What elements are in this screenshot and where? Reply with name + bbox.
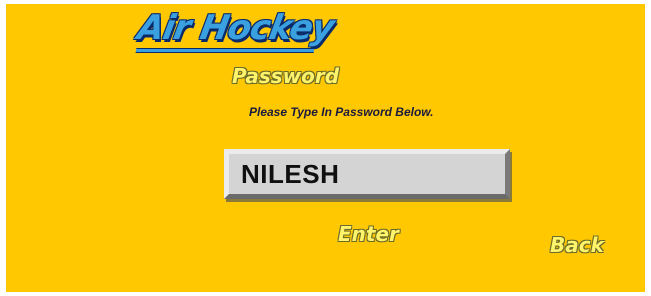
instruction-text: Please Type In Password Below. (249, 105, 434, 119)
screen-heading: Password (232, 64, 340, 88)
game-logo: Air Hockey (134, 8, 337, 48)
enter-button[interactable]: Enter (338, 222, 399, 246)
back-button[interactable]: Back (550, 233, 604, 257)
logo-underline (135, 48, 315, 53)
game-screen: Air Hockey Password Please Type In Passw… (6, 4, 645, 292)
password-input[interactable]: NILESH (224, 149, 510, 199)
password-value: NILESH (241, 159, 340, 189)
